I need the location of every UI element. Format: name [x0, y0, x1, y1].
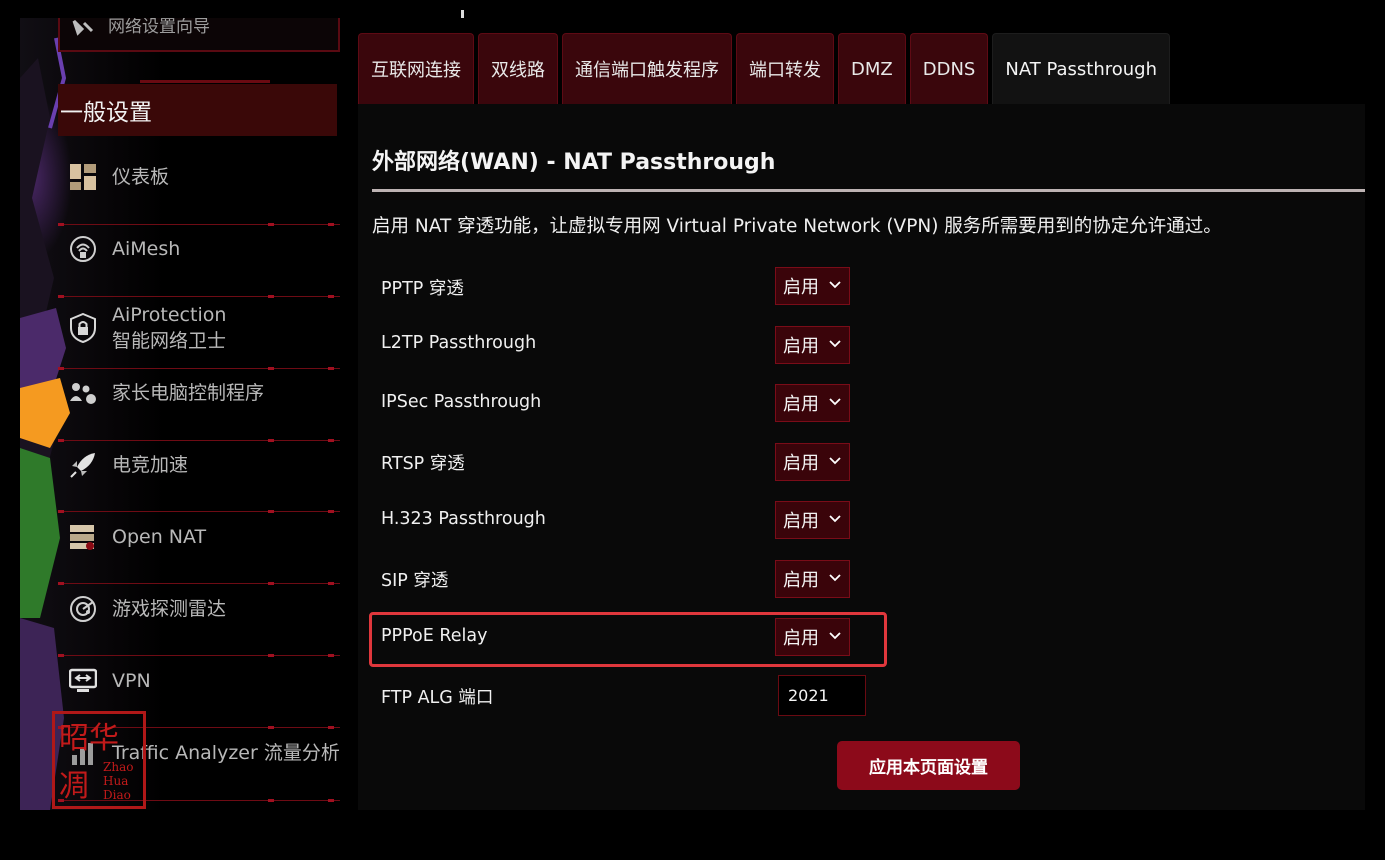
- rocket-icon: [68, 450, 98, 480]
- pptp-label: PPTP 穿透: [381, 279, 464, 299]
- sidebar-item-label: 电竞加速: [112, 454, 189, 476]
- sidebar-item-label: 仪表板: [112, 166, 170, 188]
- tab-dmz[interactable]: DMZ: [838, 33, 906, 104]
- divider: [58, 582, 340, 585]
- sidebar-section-header: 一般设置: [58, 84, 337, 136]
- select-value: 启用: [783, 277, 819, 298]
- select-value: 启用: [783, 511, 819, 532]
- svg-text:昭华: 昭华: [59, 721, 119, 756]
- seal-latin: Zhao Hua Diao: [103, 760, 133, 802]
- h323-label: H.323 Passthrough: [381, 509, 546, 529]
- rtsp-select[interactable]: 启用: [775, 443, 850, 481]
- sidebar-item-label: 网络设置向导: [108, 18, 210, 37]
- sip-label: SIP 穿透: [381, 571, 449, 591]
- pptp-select[interactable]: 启用: [775, 267, 850, 305]
- wizard-icon: [70, 19, 96, 43]
- apply-button[interactable]: 应用本页面设置: [837, 741, 1020, 790]
- page-title: 外部网络(WAN) - NAT Passthrough: [372, 150, 776, 175]
- chevron-down-icon: [829, 574, 841, 582]
- select-value: 启用: [783, 336, 819, 357]
- ftp-alg-label: FTP ALG 端口: [381, 688, 494, 708]
- tab-ddns[interactable]: DDNS: [909, 33, 989, 104]
- divider: [140, 80, 270, 83]
- open-nat-icon: [68, 522, 98, 552]
- sidebar-item-label: Traffic Analyzer 流量分析: [112, 742, 340, 764]
- sidebar-item-game-boost[interactable]: 电竞加速: [58, 446, 340, 484]
- tab-internet-connection[interactable]: 互联网连接: [358, 33, 474, 104]
- sip-select[interactable]: 启用: [775, 560, 850, 598]
- sidebar-item-sublabel: 智能网络卫士: [112, 330, 227, 352]
- divider: [58, 223, 340, 226]
- parental-control-icon: [68, 378, 98, 408]
- sidebar-item-aiprotection[interactable]: AiProtection 智能网络卫士: [58, 298, 340, 358]
- tab-nat-passthrough[interactable]: NAT Passthrough: [992, 33, 1171, 104]
- pppoe-relay-select[interactable]: 启用: [775, 618, 850, 656]
- sidebar-item-label: 家长电脑控制程序: [112, 382, 265, 404]
- dashboard-icon: [68, 162, 98, 192]
- sidebar-item-text: AiProtection 智能网络卫士: [112, 302, 226, 354]
- ftp-alg-port-input[interactable]: [778, 675, 866, 716]
- sidebar-section-title: 一般设置: [60, 100, 152, 126]
- divider: [58, 439, 340, 442]
- svg-text:凋: 凋: [59, 769, 89, 804]
- seal-latin-line: Zhao: [103, 760, 134, 774]
- divider: [58, 367, 340, 370]
- chevron-down-icon: [829, 632, 841, 640]
- select-value: 启用: [783, 570, 819, 591]
- sidebar-item-label: AiProtection: [112, 304, 227, 326]
- radar-icon: [68, 594, 98, 624]
- sidebar-item-label: AiMesh: [112, 238, 181, 260]
- tab-bar: 互联网连接 双线路 通信端口触发程序 端口转发 DMZ DDNS NAT Pas…: [358, 33, 1171, 104]
- rtsp-label: RTSP 穿透: [381, 454, 465, 474]
- chevron-down-icon: [829, 457, 841, 465]
- chevron-down-icon: [829, 515, 841, 523]
- h323-select[interactable]: 启用: [775, 501, 850, 539]
- sidebar-item-network-wizard[interactable]: 网络设置向导: [58, 18, 340, 52]
- tab-port-forwarding[interactable]: 端口转发: [736, 33, 834, 104]
- chevron-down-icon: [829, 281, 841, 289]
- tab-port-trigger[interactable]: 通信端口触发程序: [562, 33, 732, 104]
- ipsec-label: IPSec Passthrough: [381, 392, 542, 412]
- sidebar-item-label: VPN: [112, 670, 151, 692]
- sidebar-item-label: 游戏探测雷达: [112, 598, 227, 620]
- seal-latin-line: Hua: [103, 774, 129, 788]
- sidebar-item-parental-control[interactable]: 家长电脑控制程序: [58, 374, 340, 412]
- aimesh-icon: [68, 234, 98, 264]
- sidebar-item-vpn[interactable]: VPN: [58, 662, 340, 700]
- pppoe-relay-label: PPPoE Relay: [381, 626, 488, 646]
- select-value: 启用: [783, 394, 819, 415]
- sidebar-item-dashboard[interactable]: 仪表板: [58, 158, 340, 196]
- l2tp-label: L2TP Passthrough: [381, 333, 537, 353]
- select-value: 启用: [783, 628, 819, 649]
- sidebar-item-aimesh[interactable]: AiMesh: [58, 230, 340, 268]
- tab-dual-wan[interactable]: 双线路: [478, 33, 558, 104]
- vpn-icon: [68, 666, 98, 696]
- sidebar-item-label: Open NAT: [112, 526, 207, 548]
- sidebar-item-open-nat[interactable]: Open NAT: [58, 518, 340, 556]
- l2tp-select[interactable]: 启用: [775, 326, 850, 364]
- chevron-down-icon: [829, 398, 841, 406]
- shield-lock-icon: [68, 313, 98, 343]
- seal-stamp: 昭华 凋 Zhao Hua Diao: [52, 711, 146, 809]
- page-description: 启用 NAT 穿透功能，让虚拟专用网 Virtual Private Netwo…: [372, 216, 1222, 237]
- ipsec-select[interactable]: 启用: [775, 384, 850, 422]
- sidebar-item-game-radar[interactable]: 游戏探测雷达: [58, 590, 340, 628]
- chevron-down-icon: [829, 340, 841, 348]
- select-value: 启用: [783, 453, 819, 474]
- seal-latin-line: Diao: [103, 788, 131, 802]
- stray-mark: [461, 10, 464, 18]
- divider: [58, 654, 340, 657]
- divider: [58, 510, 340, 513]
- sidebar: 网络设置向导 一般设置 仪表板 AiMesh AiProtection 智能网络…: [20, 18, 342, 810]
- title-divider: [372, 189, 1365, 192]
